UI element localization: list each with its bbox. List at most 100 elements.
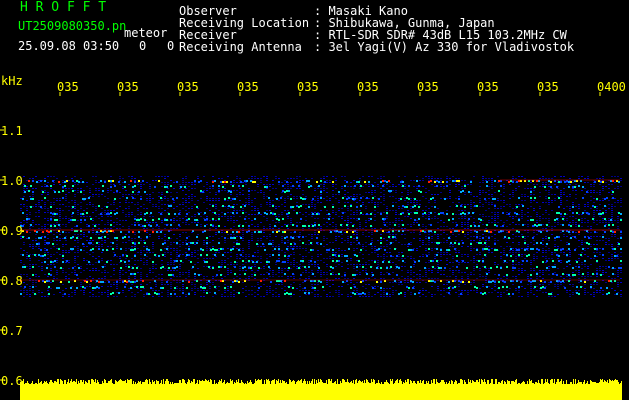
noise-pixel	[185, 182, 187, 183]
noise-pixel	[530, 290, 532, 291]
noise-pixel	[605, 222, 607, 223]
noise-pixel	[563, 278, 565, 279]
noise-pixel	[203, 214, 205, 215]
noise-pixel	[314, 266, 316, 267]
noise-pixel	[389, 252, 391, 253]
noise-pixel	[365, 242, 367, 243]
noise-pixel	[458, 196, 460, 197]
noise-pixel	[119, 224, 121, 225]
signal-pixel	[298, 206, 300, 208]
noise-pixel	[266, 260, 268, 261]
noise-pixel	[464, 184, 466, 185]
noise-pixel	[173, 276, 175, 277]
noise-pixel	[269, 224, 271, 225]
noise-pixel	[26, 294, 28, 295]
signal-pixel	[138, 191, 140, 193]
noise-pixel	[590, 288, 592, 289]
noise-pixel	[221, 262, 223, 263]
noise-pixel	[62, 250, 64, 251]
noise-pixel	[185, 242, 187, 243]
noise-pixel	[470, 206, 472, 207]
noise-pixel	[305, 236, 307, 237]
noise-pixel	[32, 284, 34, 285]
noise-pixel	[86, 252, 88, 253]
noise-pixel	[206, 182, 208, 183]
noise-pixel	[560, 262, 562, 263]
noise-pixel	[368, 244, 370, 245]
noise-pixel	[614, 188, 616, 189]
noise-pixel	[254, 198, 256, 199]
noise-pixel	[563, 268, 565, 269]
noise-pixel	[308, 214, 310, 215]
noise-pixel	[92, 256, 94, 257]
noise-pixel	[86, 186, 88, 187]
noise-pixel	[281, 182, 283, 183]
signal-pixel	[562, 224, 564, 226]
noise-pixel	[395, 212, 397, 213]
noise-pixel	[521, 214, 523, 215]
noise-pixel	[221, 212, 223, 213]
noise-pixel	[452, 274, 454, 275]
noise-pixel	[182, 178, 184, 179]
noise-pixel	[317, 198, 319, 199]
noise-pixel	[161, 292, 163, 293]
noise-pixel	[338, 202, 340, 203]
noise-pixel	[266, 294, 268, 295]
noise-pixel	[296, 202, 298, 203]
noise-pixel	[182, 242, 184, 243]
signal-pixel	[442, 212, 444, 214]
noise-pixel	[140, 258, 142, 259]
noise-pixel	[407, 190, 409, 191]
noise-pixel	[581, 264, 583, 265]
noise-pixel	[467, 256, 469, 257]
noise-pixel	[500, 266, 502, 267]
noise-pixel	[398, 184, 400, 185]
noise-pixel	[128, 270, 130, 271]
noise-pixel	[209, 258, 211, 259]
noise-pixel	[131, 178, 133, 179]
noise-pixel	[389, 196, 391, 197]
noise-pixel	[239, 236, 241, 237]
signal-pixel	[388, 180, 390, 182]
noise-pixel	[455, 204, 457, 205]
noise-pixel	[398, 256, 400, 257]
noise-pixel	[203, 190, 205, 191]
noise-pixel	[290, 222, 292, 223]
noise-pixel	[107, 198, 109, 199]
noise-pixel	[245, 286, 247, 287]
noise-pixel	[68, 202, 70, 203]
noise-pixel	[50, 220, 52, 221]
noise-pixel	[611, 278, 613, 279]
noise-pixel	[50, 176, 52, 177]
noise-pixel	[482, 258, 484, 259]
noise-pixel	[593, 222, 595, 223]
signal-pixel	[530, 219, 532, 221]
noise-pixel	[233, 290, 235, 291]
noise-pixel	[383, 296, 385, 297]
noise-pixel	[473, 266, 475, 267]
noise-pixel	[296, 196, 298, 197]
noise-pixel	[590, 294, 592, 295]
noise-pixel	[620, 278, 622, 279]
noise-pixel	[353, 180, 355, 181]
noise-pixel	[26, 190, 28, 191]
noise-pixel	[584, 218, 586, 219]
noise-pixel	[86, 260, 88, 261]
noise-pixel	[524, 236, 526, 237]
noise-pixel	[548, 214, 550, 215]
signal-pixel	[314, 224, 316, 226]
noise-pixel	[470, 272, 472, 273]
signal-pixel	[296, 205, 298, 207]
noise-pixel	[119, 176, 121, 177]
noise-pixel	[542, 186, 544, 187]
noise-pixel	[200, 216, 202, 217]
noise-pixel	[518, 176, 520, 177]
noise-pixel	[335, 236, 337, 237]
noise-pixel	[35, 286, 37, 287]
noise-pixel	[530, 268, 532, 269]
noise-pixel	[302, 258, 304, 259]
noise-pixel	[332, 272, 334, 273]
noise-pixel	[116, 228, 118, 229]
noise-pixel	[506, 238, 508, 239]
noise-pixel	[284, 286, 286, 287]
